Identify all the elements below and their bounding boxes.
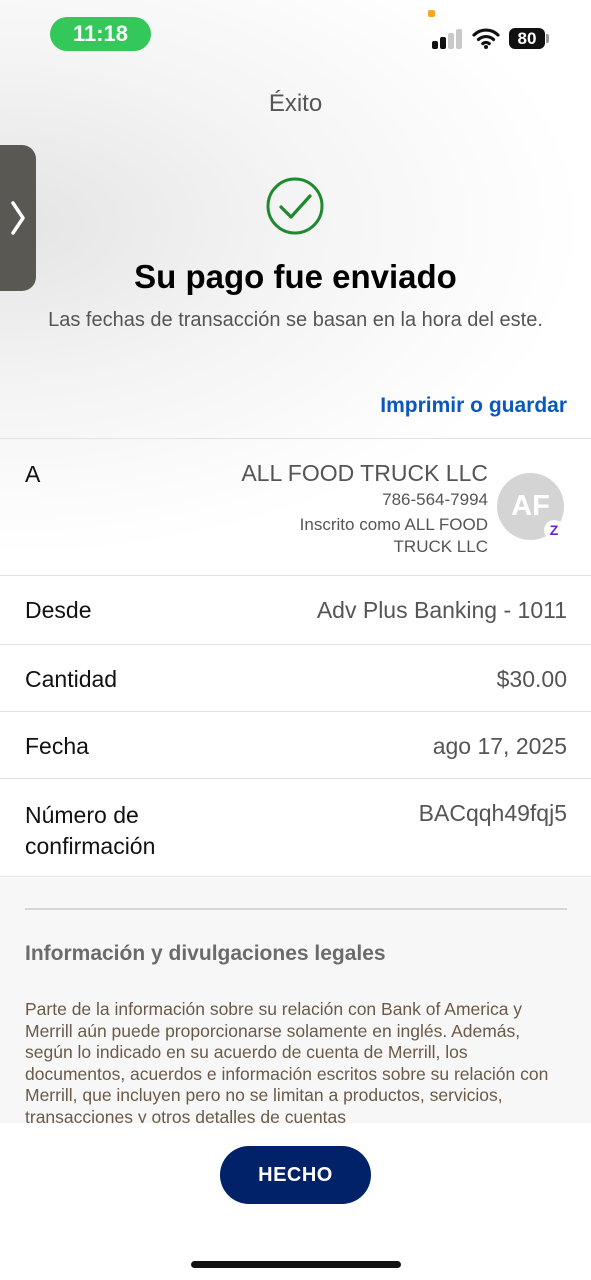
divider bbox=[0, 438, 591, 439]
from-account-value: Adv Plus Banking - 1011 bbox=[316, 597, 567, 623]
recipient-name: ALL FOOD TRUCK LLC bbox=[241, 460, 488, 486]
page-title: Éxito bbox=[268, 90, 323, 117]
home-indicator[interactable] bbox=[191, 1261, 401, 1268]
recipient-phone: 786-564-7994 bbox=[382, 490, 488, 509]
recipient-label: A bbox=[25, 461, 41, 487]
from-label: Desde bbox=[25, 597, 92, 623]
status-bar: 11:18 80 bbox=[0, 0, 591, 70]
divider bbox=[0, 876, 591, 877]
date-label: Fecha bbox=[25, 733, 89, 759]
status-time: 11:18 bbox=[50, 17, 151, 51]
recipient-enrolled-as: Inscrito como ALL FOOD TRUCK LLC bbox=[299, 515, 488, 556]
divider bbox=[0, 644, 591, 645]
amount-label: Cantidad bbox=[25, 666, 118, 692]
privacy-indicator-dot bbox=[428, 10, 435, 17]
legal-divider bbox=[25, 908, 567, 910]
divider bbox=[0, 711, 591, 712]
battery-cap bbox=[546, 34, 549, 43]
divider bbox=[0, 575, 591, 576]
wifi-icon bbox=[472, 28, 500, 49]
timezone-note: Las fechas de transacción se basan en la… bbox=[48, 309, 543, 331]
success-headline: Su pago fue enviado bbox=[134, 258, 457, 295]
payment-success-screen: 11:18 80 Éxito Su pago fue enviado Las f… bbox=[0, 0, 591, 1280]
legal-body-text: Parte de la información sobre su relació… bbox=[25, 999, 549, 1123]
battery-icon: 80 bbox=[509, 28, 545, 49]
print-or-save-link[interactable]: Imprimir o guardar bbox=[380, 394, 567, 418]
divider bbox=[0, 778, 591, 779]
amount-value: $30.00 bbox=[496, 666, 567, 692]
done-button[interactable]: HECHO bbox=[220, 1146, 371, 1204]
check-circle-icon bbox=[266, 177, 324, 235]
legal-title: Información y divulgaciones legales bbox=[25, 942, 386, 965]
chevron-right-icon bbox=[11, 201, 25, 235]
cellular-signal-icon bbox=[432, 29, 464, 49]
legal-disclosures-section[interactable]: Información y divulgaciones legales Part… bbox=[0, 878, 591, 1123]
date-value: ago 17, 2025 bbox=[432, 733, 567, 759]
confirmation-label: Número de confirmación bbox=[25, 802, 156, 859]
zelle-badge-icon: Z bbox=[544, 520, 564, 540]
confirmation-number-value: BACqqh49fqj5 bbox=[418, 800, 567, 826]
